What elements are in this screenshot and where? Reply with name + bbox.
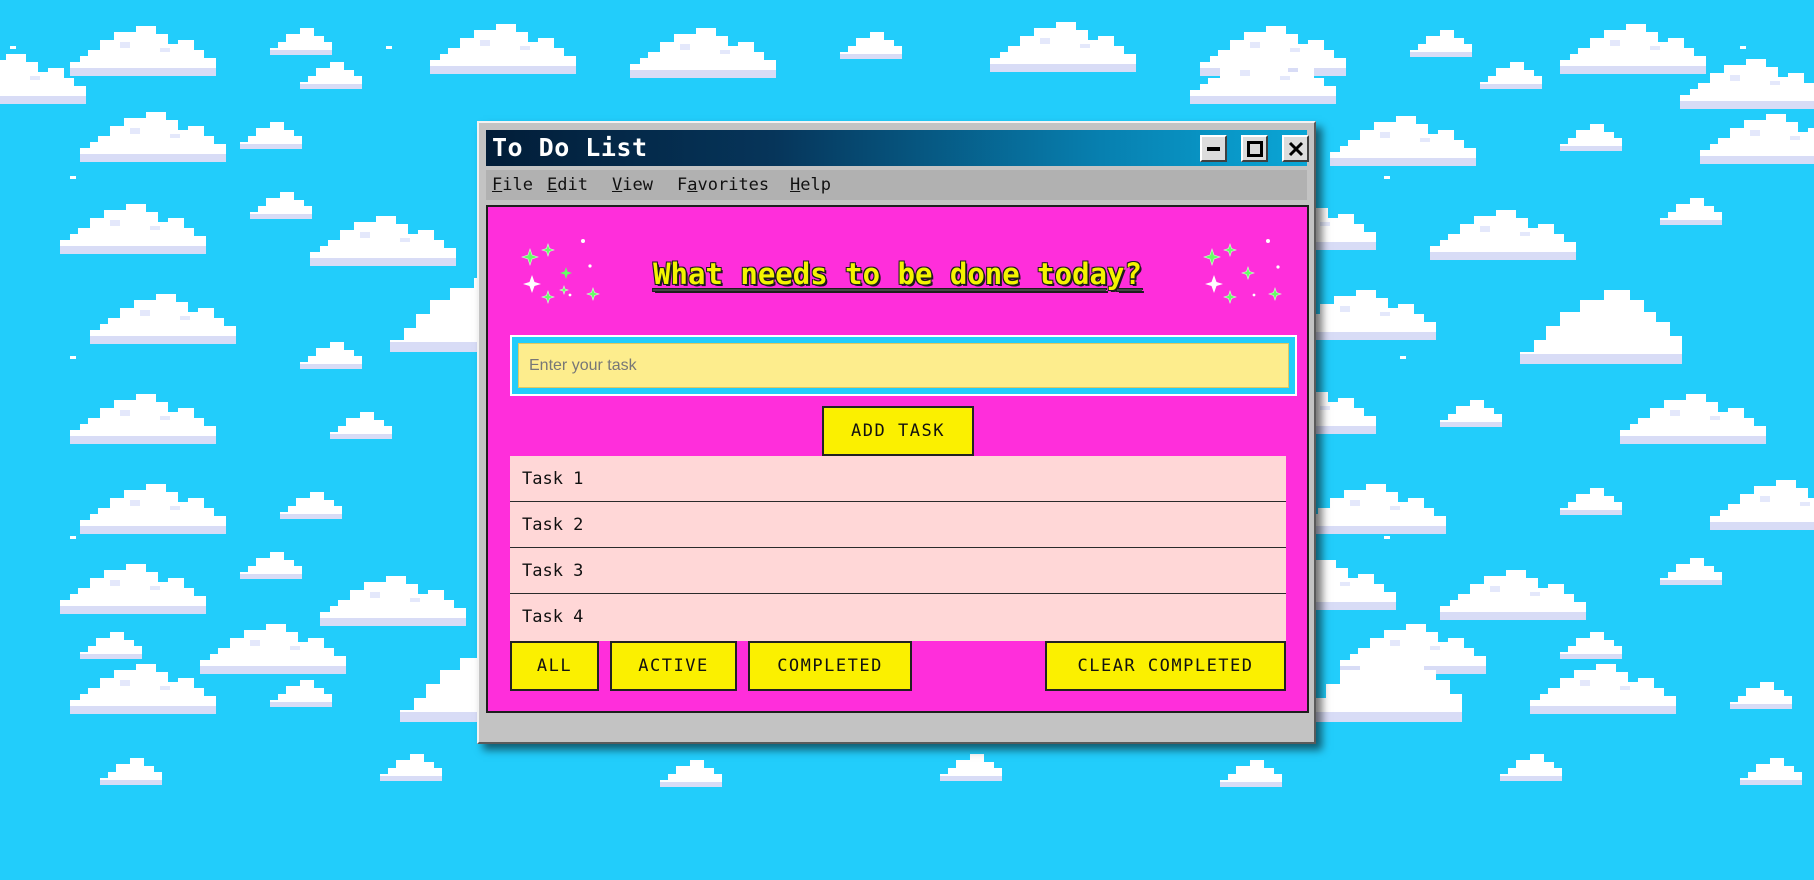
task-item[interactable]: Task 2 [510, 502, 1286, 548]
filter-completed-button[interactable]: COMPLETED [748, 641, 912, 691]
task-list: Task 1 Task 2 Task 3 Task 4 [510, 456, 1286, 641]
minimize-icon [1207, 147, 1220, 151]
close-button[interactable] [1282, 135, 1309, 162]
menu-favorites-mnemonic: a [687, 175, 698, 195]
menu-favorites-label: vorites [697, 175, 770, 195]
window-title: To Do List [492, 133, 648, 162]
menu-help-label: elp [800, 175, 831, 195]
filter-active-button[interactable]: ACTIVE [610, 641, 737, 691]
heading-text: What needs to be done today? [653, 257, 1142, 291]
page-heading: What needs to be done today? [488, 257, 1307, 291]
menu-edit[interactable]: Edit [547, 175, 588, 195]
app-window: To Do List File Edit View Favorites Help [477, 121, 1316, 744]
menu-bar: File Edit View Favorites Help [486, 170, 1307, 200]
maximize-icon [1246, 140, 1263, 157]
task-item[interactable]: Task 1 [510, 456, 1286, 502]
menu-edit-mnemonic: E [547, 175, 558, 195]
menu-view-mnemonic: V [612, 175, 623, 195]
maximize-button[interactable] [1241, 135, 1268, 162]
menu-favorites-prefix: F [677, 175, 688, 195]
task-item[interactable]: Task 4 [510, 594, 1286, 641]
menu-favorites[interactable]: Favorites [677, 175, 769, 195]
menu-help[interactable]: Help [790, 175, 831, 195]
menu-file[interactable]: File [492, 175, 533, 195]
minimize-button[interactable] [1200, 135, 1227, 162]
menu-file-label: ile [502, 175, 533, 195]
sparkle-icon [1203, 239, 1282, 304]
menu-file-mnemonic: F [492, 175, 503, 195]
title-bar[interactable]: To Do List [486, 130, 1309, 166]
status-bar [486, 721, 1309, 738]
add-task-button[interactable]: ADD TASK [822, 406, 974, 456]
clear-completed-button[interactable]: CLEAR COMPLETED [1045, 641, 1286, 691]
close-icon [1288, 141, 1303, 156]
task-item[interactable]: Task 3 [510, 548, 1286, 594]
menu-edit-label: dit [557, 175, 588, 195]
menu-view[interactable]: View [612, 175, 653, 195]
task-input[interactable] [518, 343, 1289, 388]
menu-view-label: iew [622, 175, 653, 195]
filter-all-button[interactable]: ALL [510, 641, 599, 691]
todo-panel: What needs to be done today? ADD TASK Ta… [486, 205, 1309, 713]
menu-help-mnemonic: H [790, 175, 801, 195]
task-input-container [510, 335, 1297, 396]
